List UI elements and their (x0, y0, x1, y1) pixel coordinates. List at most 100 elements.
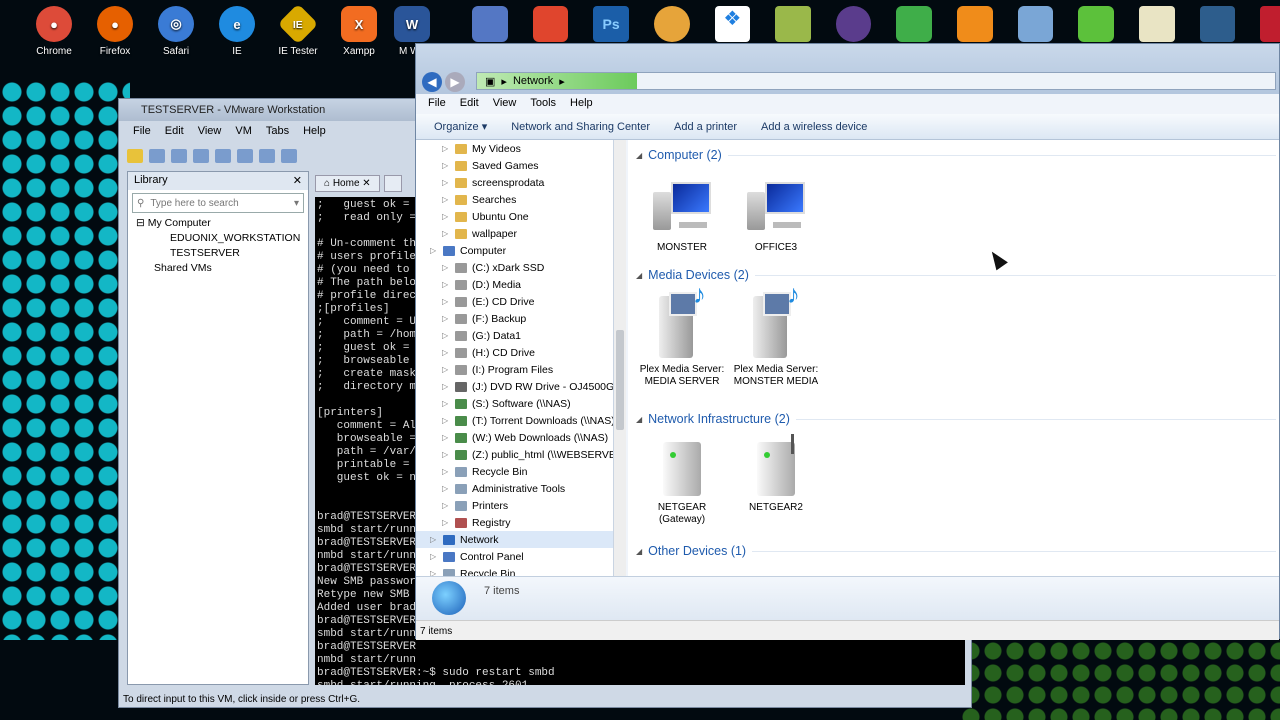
menu-tools[interactable]: Tools (530, 97, 556, 109)
view-icon[interactable] (237, 149, 253, 163)
app-icon[interactable] (1260, 6, 1280, 42)
nav-item[interactable]: ▷ Registry (416, 514, 613, 531)
nav-item[interactable]: ▷ (I:) Program Files (416, 361, 613, 378)
back-button[interactable]: ◀ (422, 72, 442, 92)
nav-item[interactable]: ▷ (Z:) public_html (\\WEBSERVER1) (416, 446, 613, 463)
expand-icon[interactable]: ▷ (442, 297, 450, 306)
paint-icon[interactable] (653, 6, 690, 42)
app-icon[interactable] (472, 6, 508, 42)
expand-icon[interactable]: ▷ (442, 433, 450, 442)
expand-icon[interactable]: ▷ (442, 348, 450, 357)
nav-item[interactable]: ▷ (E:) CD Drive (416, 293, 613, 310)
gear-icon[interactable] (957, 6, 993, 42)
address-bar[interactable]: ▣ ▸ Network ▸ (476, 72, 1276, 90)
nav-item[interactable]: ▷ Recycle Bin (416, 463, 613, 480)
expand-icon[interactable]: ▷ (442, 161, 450, 170)
snapshot-icon[interactable] (149, 149, 165, 163)
git-icon[interactable] (532, 6, 569, 42)
expand-icon[interactable]: ▷ (442, 212, 450, 221)
menu-file[interactable]: File (133, 125, 151, 137)
nav-item[interactable]: ▷ (H:) CD Drive (416, 344, 613, 361)
nav-item[interactable]: ▷ (F:) Backup (416, 310, 613, 327)
settings-icon[interactable] (215, 149, 231, 163)
expand-icon[interactable]: ▷ (442, 331, 450, 340)
desktop-icon-ie[interactable]: e IE (207, 6, 267, 57)
nav-item[interactable]: ▷ wallpaper (416, 225, 613, 242)
fullscreen-icon[interactable] (259, 149, 275, 163)
expand-icon[interactable]: ▷ (442, 195, 450, 204)
app-icon[interactable] (896, 6, 932, 42)
scrollbar-thumb[interactable] (616, 330, 624, 430)
expand-icon[interactable]: ▷ (442, 280, 450, 289)
menu-vm[interactable]: VM (235, 125, 252, 137)
document-icon[interactable] (1138, 6, 1175, 42)
collapse-icon[interactable]: ◢ (636, 547, 642, 556)
expand-icon[interactable]: ▷ (442, 450, 450, 459)
chevron-down-icon[interactable]: ▾ (294, 198, 299, 209)
photoshop-icon[interactable]: Ps (593, 6, 629, 42)
nav-item[interactable]: ▷ (S:) Software (\\NAS) (416, 395, 613, 412)
desktop-icon-safari[interactable]: ◎ Safari (146, 6, 206, 57)
power-icon[interactable] (127, 149, 143, 163)
expand-icon[interactable]: ▷ (442, 365, 450, 374)
nav-item[interactable]: ▷ Printers (416, 497, 613, 514)
network-item-netgear-gateway[interactable]: NETGEAR (Gateway) (638, 434, 726, 526)
collapse-icon[interactable]: ⊟ (136, 217, 145, 229)
expand-icon[interactable]: ▷ (430, 569, 438, 576)
desktop-icon-ie-tester[interactable]: IE IE Tester (268, 3, 328, 57)
nav-item[interactable]: ▷ (C:) xDark SSD (416, 259, 613, 276)
menu-tabs[interactable]: Tabs (266, 125, 289, 137)
menu-help[interactable]: Help (303, 125, 326, 137)
add-wireless-device-button[interactable]: Add a wireless device (761, 121, 867, 133)
group-media-devices[interactable]: ◢ Media Devices (2) (636, 268, 1276, 282)
nav-item[interactable]: ▷ (J:) DVD RW Drive - OJ4500G510g- (416, 378, 613, 395)
nav-item[interactable]: ▷ (D:) Media (416, 276, 613, 293)
nav-item[interactable]: ▷ Searches (416, 191, 613, 208)
expand-icon[interactable]: ▷ (442, 229, 450, 238)
expand-icon[interactable]: ▷ (442, 467, 450, 476)
revert-icon[interactable] (171, 149, 187, 163)
network-item-plex-monster-media[interactable]: ♪ Plex Media Server: MONSTER MEDIA (732, 281, 820, 388)
group-other-devices[interactable]: ◢ Other Devices (1) (636, 544, 1276, 558)
breadcrumb-network[interactable]: Network (513, 75, 553, 87)
tree-item-shared-vms[interactable]: Shared VMs (136, 261, 308, 276)
menu-view[interactable]: View (493, 97, 517, 109)
desktop-icon-firefox[interactable]: ● Firefox (85, 6, 145, 57)
expand-icon[interactable]: ▷ (430, 552, 438, 561)
expand-icon[interactable]: ▷ (442, 382, 450, 391)
desktop-icon-chrome[interactable]: ● Chrome (24, 6, 84, 57)
organize-button[interactable]: Organize ▾ (434, 120, 487, 133)
nav-item[interactable]: ▷ screensprodata (416, 174, 613, 191)
expand-icon[interactable]: ▷ (442, 501, 450, 510)
tree-item-my-computer[interactable]: ⊟ My Computer (136, 216, 308, 231)
network-item-monster[interactable]: MONSTER (638, 178, 726, 254)
eclipse-icon[interactable] (835, 6, 872, 42)
nav-item[interactable]: ▷ Network (416, 531, 613, 548)
group-computer[interactable]: ◢ Computer (2) (636, 148, 1276, 162)
dropbox-icon[interactable]: ❖ (714, 6, 751, 42)
menu-edit[interactable]: Edit (460, 97, 479, 109)
nav-item[interactable]: ▷ Computer (416, 242, 613, 259)
nav-item[interactable]: ▷ (G:) Data1 (416, 327, 613, 344)
tree-item-testserver[interactable]: TESTSERVER (136, 246, 308, 261)
nav-item[interactable]: ▷ (W:) Web Downloads (\\NAS) (416, 429, 613, 446)
menu-help[interactable]: Help (570, 97, 593, 109)
nav-item[interactable]: ▷ Control Panel (416, 548, 613, 565)
tab-home[interactable]: ⌂ Home ✕ (315, 175, 380, 192)
menu-edit[interactable]: Edit (165, 125, 184, 137)
expand-icon[interactable]: ▷ (442, 399, 450, 408)
group-network-infrastructure[interactable]: ◢ Network Infrastructure (2) (636, 412, 1276, 426)
nav-item[interactable]: ▷ (T:) Torrent Downloads (\\NAS) (416, 412, 613, 429)
nav-scrollbar[interactable] (614, 140, 626, 576)
nav-item[interactable]: ▷ My Videos (416, 140, 613, 157)
expand-icon[interactable]: ▷ (430, 535, 438, 544)
nav-item[interactable]: ▷ Recycle Bin (416, 565, 613, 576)
expand-icon[interactable]: ▷ (442, 178, 450, 187)
expand-icon[interactable]: ▷ (442, 518, 450, 527)
desktop-icon-xampp[interactable]: X Xampp (329, 6, 389, 57)
forward-button[interactable]: ▶ (445, 72, 465, 92)
manage-icon[interactable] (193, 149, 209, 163)
collapse-icon[interactable]: ◢ (636, 271, 642, 280)
network-item-office3[interactable]: OFFICE3 (732, 178, 820, 254)
menu-view[interactable]: View (198, 125, 222, 137)
